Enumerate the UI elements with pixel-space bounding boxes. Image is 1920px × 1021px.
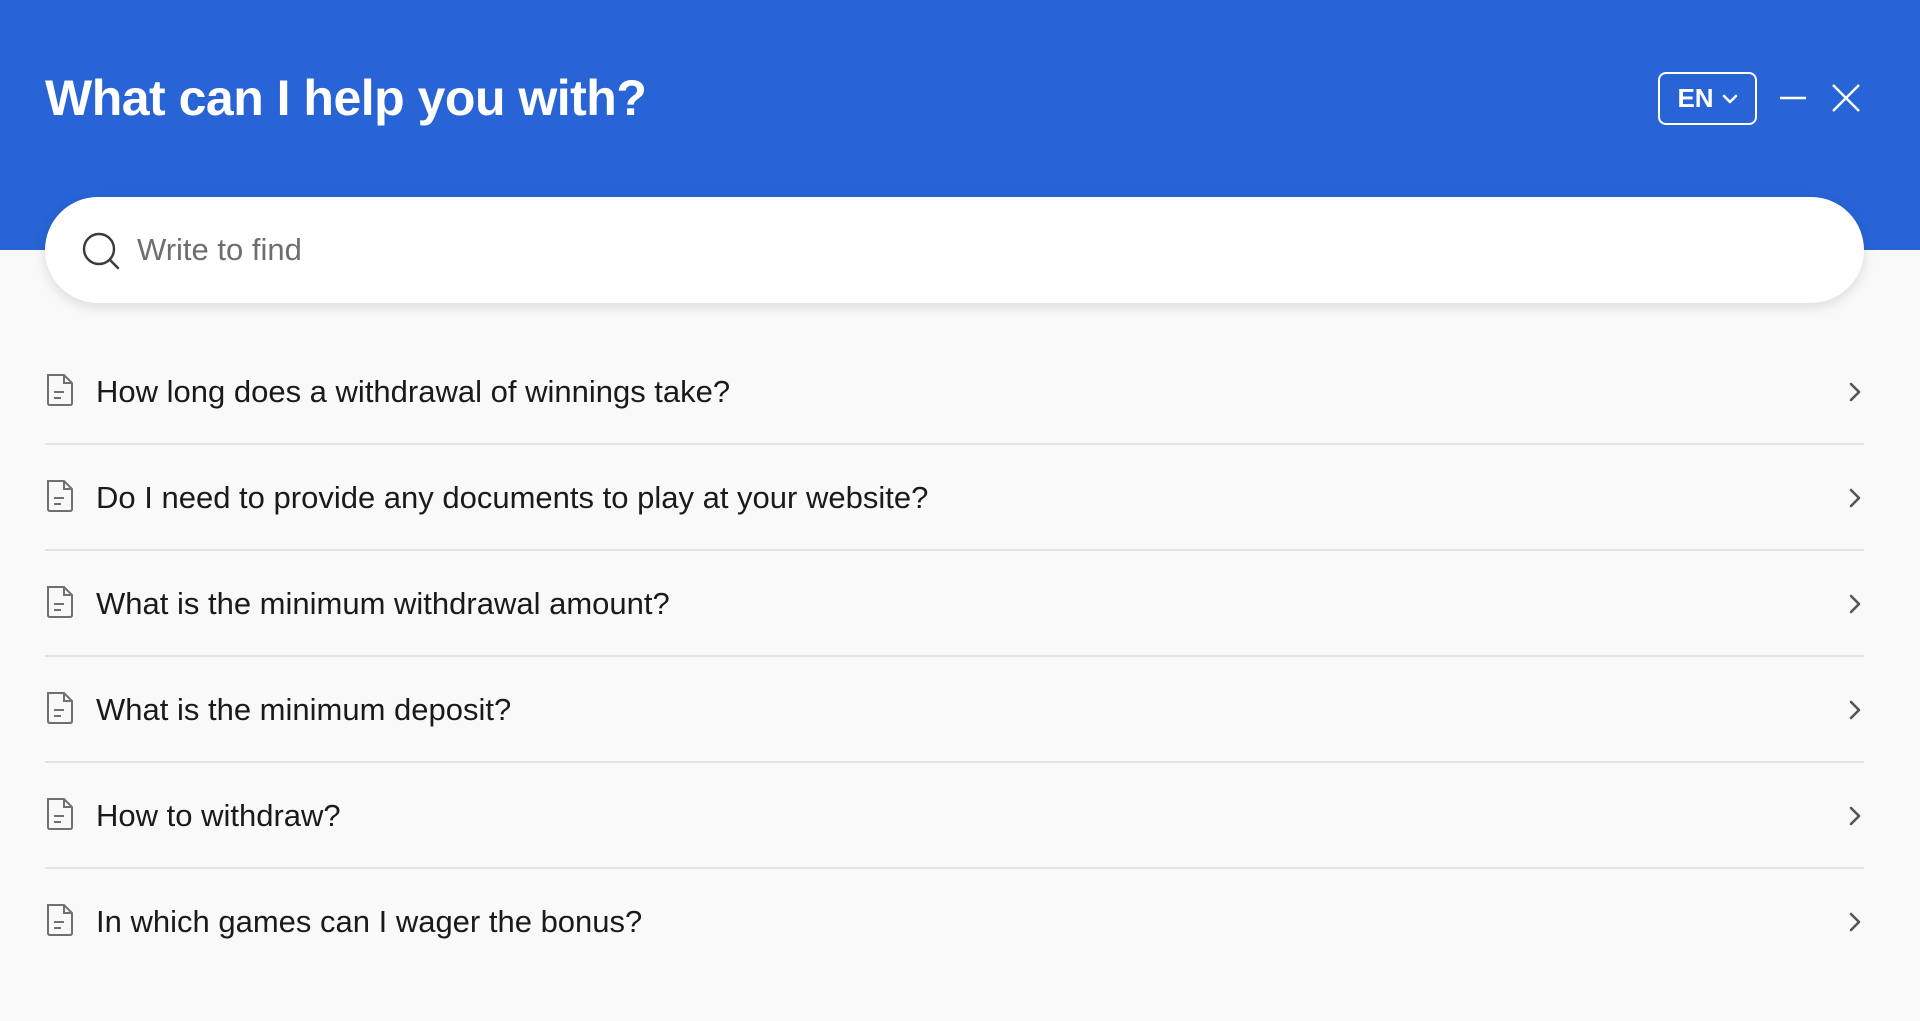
chevron-down-icon bbox=[1722, 93, 1738, 105]
language-label: EN bbox=[1677, 83, 1714, 113]
minimize-icon bbox=[1780, 96, 1806, 100]
faq-item-label: What is the minimum deposit? bbox=[96, 692, 512, 727]
faq-item[interactable]: How to withdraw? bbox=[45, 763, 1864, 869]
faq-item[interactable]: What is the minimum deposit? bbox=[45, 657, 1864, 763]
language-select-button[interactable]: EN bbox=[1658, 72, 1757, 125]
close-icon bbox=[1832, 84, 1860, 112]
document-icon bbox=[47, 798, 73, 830]
chevron-right-icon bbox=[1849, 488, 1861, 508]
chevron-right-icon bbox=[1849, 700, 1861, 720]
faq-list: How long does a withdrawal of winnings t… bbox=[45, 339, 1864, 975]
document-icon bbox=[47, 586, 73, 618]
faq-item-label: In which games can I wager the bonus? bbox=[96, 904, 643, 939]
close-button[interactable] bbox=[1831, 83, 1861, 113]
faq-item-label: Do I need to provide any documents to pl… bbox=[96, 480, 929, 515]
minimize-button[interactable] bbox=[1779, 80, 1807, 116]
faq-item[interactable]: How long does a withdrawal of winnings t… bbox=[45, 339, 1864, 445]
chevron-right-icon bbox=[1849, 912, 1861, 932]
faq-item[interactable]: In which games can I wager the bonus? bbox=[45, 869, 1864, 975]
search-input[interactable] bbox=[137, 225, 1817, 275]
document-icon bbox=[47, 904, 73, 936]
chevron-right-icon bbox=[1849, 806, 1861, 826]
faq-item[interactable]: What is the minimum withdrawal amount? bbox=[45, 551, 1864, 657]
search-box bbox=[45, 197, 1864, 303]
document-icon bbox=[47, 692, 73, 724]
faq-item-label: How long does a withdrawal of winnings t… bbox=[96, 374, 731, 409]
chevron-right-icon bbox=[1849, 382, 1861, 402]
document-icon bbox=[47, 480, 73, 512]
chevron-right-icon bbox=[1849, 594, 1861, 614]
faq-item-label: What is the minimum withdrawal amount? bbox=[96, 586, 670, 621]
page-title: What can I help you with? bbox=[45, 70, 647, 126]
faq-item[interactable]: Do I need to provide any documents to pl… bbox=[45, 445, 1864, 551]
search-icon bbox=[82, 232, 120, 270]
document-icon bbox=[47, 374, 73, 406]
faq-item-label: How to withdraw? bbox=[96, 798, 341, 833]
